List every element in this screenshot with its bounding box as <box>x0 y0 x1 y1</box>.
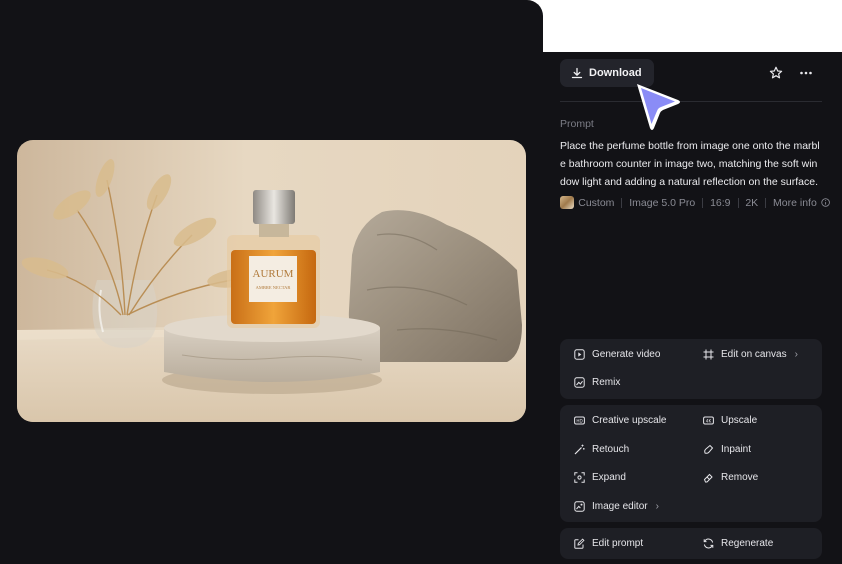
chevron-right-icon: › <box>794 349 798 360</box>
generated-image[interactable]: AURUM AMBRE NECTAR <box>17 140 526 422</box>
svg-text:HD: HD <box>576 418 582 423</box>
regenerate-button[interactable]: Regenerate <box>703 538 773 549</box>
image-editor-icon <box>574 501 585 512</box>
pointer-cursor-icon <box>637 84 680 130</box>
download-icon <box>571 67 583 79</box>
more-info-link[interactable]: More info <box>773 197 817 209</box>
separator <box>621 197 623 208</box>
style-thumbnail <box>560 196 575 209</box>
divider <box>560 101 822 102</box>
expand-label: Expand <box>592 472 626 483</box>
remix-label: Remix <box>592 377 621 388</box>
hd-icon: HD <box>574 415 585 426</box>
separator <box>737 197 739 208</box>
remix-icon <box>574 377 585 388</box>
info-icon[interactable] <box>821 197 830 208</box>
action-group-create: Generate video Edit on canvas › Remix <box>560 339 822 399</box>
upscale-label: Upscale <box>721 415 758 426</box>
edit-prompt-label: Edit prompt <box>592 538 644 549</box>
details-panel: Download Prompt Place the perfume bottle… <box>543 52 842 564</box>
inpaint-button[interactable]: Inpaint <box>703 444 751 455</box>
meta-resolution: 2K <box>745 196 759 209</box>
prompt-label: Prompt <box>560 118 594 130</box>
edit-on-canvas-label: Edit on canvas <box>721 349 787 360</box>
bottle-label-sub: AMBRE NECTAR <box>256 285 291 290</box>
action-group-prompt: Edit prompt Regenerate <box>560 528 822 559</box>
generate-video-button[interactable]: Generate video <box>574 349 660 360</box>
edit-on-canvas-button[interactable]: Edit on canvas › <box>703 349 798 360</box>
bottle-label-brand: AURUM <box>253 268 294 280</box>
retouch-button[interactable]: Retouch <box>574 444 629 455</box>
regenerate-icon <box>703 538 714 549</box>
more-dots-icon <box>800 71 812 75</box>
creative-upscale-label: Creative upscale <box>592 415 667 426</box>
image-editor-button[interactable]: Image editor › <box>574 501 659 512</box>
regenerate-label: Regenerate <box>721 538 774 549</box>
meta-style: Custom <box>578 196 615 209</box>
retouch-label: Retouch <box>592 444 630 455</box>
eraser-icon <box>703 472 714 483</box>
meta-model: Image 5.0 Pro <box>629 196 696 209</box>
svg-text:4K: 4K <box>706 418 712 423</box>
favorite-button[interactable] <box>766 63 786 83</box>
edit-prompt-button[interactable]: Edit prompt <box>574 538 643 549</box>
separator <box>765 197 767 208</box>
panel-toolbar: Download <box>560 59 822 88</box>
inpaint-label: Inpaint <box>721 444 752 455</box>
wand-icon <box>574 444 585 455</box>
separator <box>702 197 704 208</box>
canvas-panel: AURUM AMBRE NECTAR <box>0 0 543 564</box>
chevron-right-icon: › <box>655 501 659 512</box>
star-icon <box>769 66 783 79</box>
meta-aspect-ratio: 16:9 <box>710 196 731 209</box>
play-icon <box>574 349 585 360</box>
generation-meta: Custom Image 5.0 Pro 16:9 2K More info <box>560 196 830 209</box>
edit-prompt-icon <box>574 538 585 549</box>
generate-video-label: Generate video <box>592 349 661 360</box>
upscale-icon: 4K <box>703 415 714 426</box>
more-options-button[interactable] <box>796 63 816 83</box>
expand-button[interactable]: Expand <box>574 472 626 483</box>
remix-button[interactable]: Remix <box>574 377 620 388</box>
upscale-button[interactable]: 4K Upscale <box>703 415 757 426</box>
remove-button[interactable]: Remove <box>703 472 758 483</box>
expand-icon <box>574 472 585 483</box>
prompt-text: Place the perfume bottle from image one … <box>560 140 820 188</box>
inpaint-icon <box>703 444 714 455</box>
image-editor-label: Image editor <box>592 501 648 512</box>
remove-label: Remove <box>721 472 759 483</box>
creative-upscale-button[interactable]: HD Creative upscale <box>574 415 666 426</box>
canvas-icon <box>703 349 714 360</box>
action-group-edit: HD Creative upscale 4K Upscale Retouch I… <box>560 405 822 522</box>
